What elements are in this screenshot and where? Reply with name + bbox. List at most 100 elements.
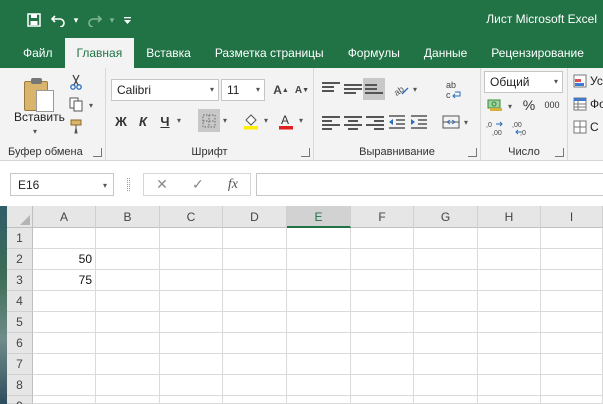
cell-c7[interactable]: [160, 354, 223, 375]
cell-f2[interactable]: [351, 249, 414, 270]
formula-bar-resize-handle[interactable]: [127, 178, 130, 191]
cell-e1[interactable]: [287, 228, 351, 249]
thousands-button[interactable]: 000: [541, 95, 563, 115]
cell-e3[interactable]: [287, 270, 351, 291]
row-header-4[interactable]: 4: [7, 291, 33, 312]
cell-a2[interactable]: 50: [33, 249, 96, 270]
cell-f3[interactable]: [351, 270, 414, 291]
currency-dropdown-icon[interactable]: ▾: [508, 102, 512, 111]
cell-b5[interactable]: [96, 312, 160, 333]
undo-dropdown-icon[interactable]: ▾: [70, 9, 82, 31]
format-painter-icon[interactable]: [66, 117, 86, 135]
cell-d8[interactable]: [223, 375, 287, 396]
column-header-g[interactable]: G: [414, 206, 478, 228]
save-icon[interactable]: [22, 9, 46, 31]
enter-icon[interactable]: ✓: [192, 176, 204, 193]
tab-file[interactable]: Файл: [11, 38, 65, 68]
select-all-corner[interactable]: [7, 206, 33, 228]
conditional-format-button[interactable]: Ус: [573, 74, 603, 88]
column-header-b[interactable]: B: [96, 206, 160, 228]
cell-h3[interactable]: [478, 270, 541, 291]
font-name-select[interactable]: Calibri ▾: [111, 79, 219, 101]
cell-a3[interactable]: 75: [33, 270, 96, 291]
cell-i2[interactable]: [541, 249, 603, 270]
borders-dropdown-icon[interactable]: ▾: [223, 116, 227, 125]
cell-c5[interactable]: [160, 312, 223, 333]
cell-i5[interactable]: [541, 312, 603, 333]
cell-a1[interactable]: [33, 228, 96, 249]
cell-h1[interactable]: [478, 228, 541, 249]
cell-f8[interactable]: [351, 375, 414, 396]
cell-i4[interactable]: [541, 291, 603, 312]
font-launcher-icon[interactable]: [301, 148, 310, 157]
redo-icon[interactable]: [82, 9, 106, 31]
formula-input[interactable]: [256, 173, 603, 196]
cell-g2[interactable]: [414, 249, 478, 270]
align-bottom-button[interactable]: [363, 78, 385, 100]
wrap-text-icon[interactable]: ab c: [442, 78, 466, 102]
cell-d2[interactable]: [223, 249, 287, 270]
decrease-decimal-icon[interactable]: ,00,0: [511, 118, 533, 138]
orientation-dropdown-icon[interactable]: ▾: [413, 85, 417, 94]
cell-h5[interactable]: [478, 312, 541, 333]
tab-insert[interactable]: Вставка: [134, 38, 203, 68]
cell-e9[interactable]: [287, 396, 351, 404]
increase-decimal-icon[interactable]: ,0,00: [485, 118, 507, 138]
align-right-icon[interactable]: [366, 116, 384, 130]
name-box[interactable]: E16 ▾: [10, 173, 114, 196]
align-left-icon[interactable]: [322, 116, 340, 130]
cell-d9[interactable]: [223, 396, 287, 404]
cell-i7[interactable]: [541, 354, 603, 375]
cell-f9[interactable]: [351, 396, 414, 404]
cell-h2[interactable]: [478, 249, 541, 270]
cell-i8[interactable]: [541, 375, 603, 396]
tab-page-layout[interactable]: Разметка страницы: [203, 38, 336, 68]
cell-c4[interactable]: [160, 291, 223, 312]
tab-data[interactable]: Данные: [412, 38, 479, 68]
column-header-h[interactable]: H: [478, 206, 541, 228]
decrease-indent-icon[interactable]: [386, 112, 408, 132]
decrease-font-icon[interactable]: A ▼: [292, 80, 312, 100]
column-header-e[interactable]: E: [287, 206, 351, 228]
cell-a5[interactable]: [33, 312, 96, 333]
cell-f5[interactable]: [351, 312, 414, 333]
cell-c8[interactable]: [160, 375, 223, 396]
clipboard-launcher-icon[interactable]: [93, 148, 102, 157]
cell-h4[interactable]: [478, 291, 541, 312]
undo-icon[interactable]: [46, 9, 70, 31]
cell-e8[interactable]: [287, 375, 351, 396]
row-header-1[interactable]: 1: [7, 228, 33, 249]
cell-b9[interactable]: [96, 396, 160, 404]
cell-a6[interactable]: [33, 333, 96, 354]
column-header-a[interactable]: A: [33, 206, 96, 228]
column-header-f[interactable]: F: [351, 206, 414, 228]
number-format-select[interactable]: Общий ▾: [484, 71, 563, 93]
paste-dropdown-icon[interactable]: ▾: [33, 127, 37, 136]
increase-indent-icon[interactable]: [408, 112, 430, 132]
italic-button[interactable]: К: [134, 111, 152, 131]
cell-b2[interactable]: [96, 249, 160, 270]
cell-c1[interactable]: [160, 228, 223, 249]
fill-color-dropdown-icon[interactable]: ▾: [264, 116, 268, 125]
cell-i3[interactable]: [541, 270, 603, 291]
cell-i6[interactable]: [541, 333, 603, 354]
copy-dropdown-icon[interactable]: ▾: [89, 101, 93, 110]
cell-d5[interactable]: [223, 312, 287, 333]
cell-h9[interactable]: [478, 396, 541, 404]
row-header-3[interactable]: 3: [7, 270, 33, 291]
merge-dropdown-icon[interactable]: ▾: [464, 118, 468, 127]
cell-d1[interactable]: [223, 228, 287, 249]
underline-button[interactable]: Ч: [156, 111, 174, 131]
paste-button[interactable]: Вставить ▾: [6, 70, 66, 140]
cell-f4[interactable]: [351, 291, 414, 312]
cell-d3[interactable]: [223, 270, 287, 291]
cell-a7[interactable]: [33, 354, 96, 375]
cell-c2[interactable]: [160, 249, 223, 270]
cell-b3[interactable]: [96, 270, 160, 291]
borders-button[interactable]: [198, 109, 220, 132]
cell-g4[interactable]: [414, 291, 478, 312]
cell-d6[interactable]: [223, 333, 287, 354]
row-header-9[interactable]: 9: [7, 396, 33, 404]
cell-a4[interactable]: [33, 291, 96, 312]
cell-e2[interactable]: [287, 249, 351, 270]
